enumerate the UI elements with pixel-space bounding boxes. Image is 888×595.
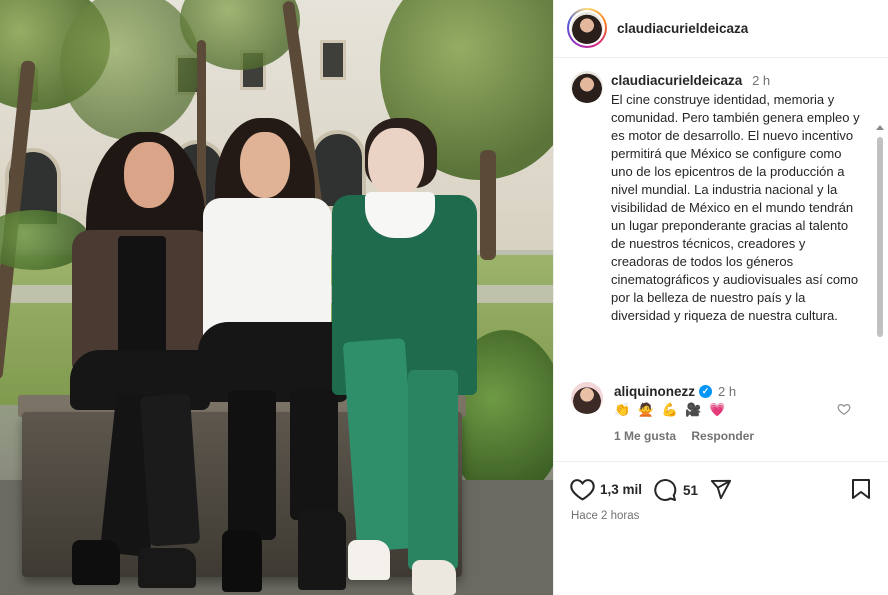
author-username[interactable]: claudiacurieldeicaza: [617, 21, 748, 36]
comment-username[interactable]: aliquinonezz: [614, 384, 695, 399]
comments-scrollbar[interactable]: [875, 125, 885, 461]
caption-avatar[interactable]: [571, 71, 603, 103]
comment-likes-count[interactable]: 1 Me gusta: [614, 429, 676, 443]
author-avatar[interactable]: [571, 12, 603, 44]
verified-badge-icon: ✓: [699, 385, 712, 398]
post-actions: 1,3 mil 51 Hace 2 horas: [554, 463, 888, 595]
photo-trunk: [480, 150, 496, 260]
comment-like-heart-icon[interactable]: [837, 402, 851, 421]
post-side-panel: claudiacurieldeicaza claudiacurieldeicaz…: [553, 0, 888, 595]
comment-header: aliquinonezz ✓ 2 h: [614, 384, 736, 399]
comments-count[interactable]: 51: [683, 483, 698, 498]
share-icon[interactable]: [709, 478, 732, 501]
building-window: [320, 40, 346, 80]
comment-text: 👏 🙅 💪 🎥 💗: [614, 402, 728, 417]
heart-icon[interactable]: [570, 478, 595, 501]
like-action[interactable]: 1,3 mil: [570, 478, 642, 501]
comments-section[interactable]: claudiacurieldeicaza 2 h El cine constru…: [554, 59, 888, 462]
post-timestamp[interactable]: Hace 2 horas: [571, 510, 639, 522]
post-header: claudiacurieldeicaza: [554, 0, 888, 58]
likes-count[interactable]: 1,3 mil: [600, 482, 642, 497]
save-action[interactable]: [851, 478, 871, 500]
bookmark-icon[interactable]: [851, 478, 871, 500]
comment-meta: 1 Me gusta Responder: [614, 429, 754, 443]
comment-icon[interactable]: [653, 478, 677, 502]
comment-reply-button[interactable]: Responder: [691, 429, 754, 443]
post-photo[interactable]: [0, 0, 553, 595]
caption-username[interactable]: claudiacurieldeicaza: [611, 73, 742, 88]
scroll-thumb[interactable]: [877, 137, 883, 337]
comment-time[interactable]: 2 h: [718, 384, 736, 399]
caption-time[interactable]: 2 h: [752, 73, 770, 88]
share-action[interactable]: [709, 478, 732, 501]
caption-text: El cine construye identidad, memoria y c…: [611, 92, 864, 323]
caption-header: claudiacurieldeicaza 2 h: [611, 73, 770, 88]
comment-avatar[interactable]: [571, 382, 603, 414]
comment-action[interactable]: 51: [653, 478, 698, 502]
scroll-up-arrow-icon[interactable]: [876, 125, 884, 130]
